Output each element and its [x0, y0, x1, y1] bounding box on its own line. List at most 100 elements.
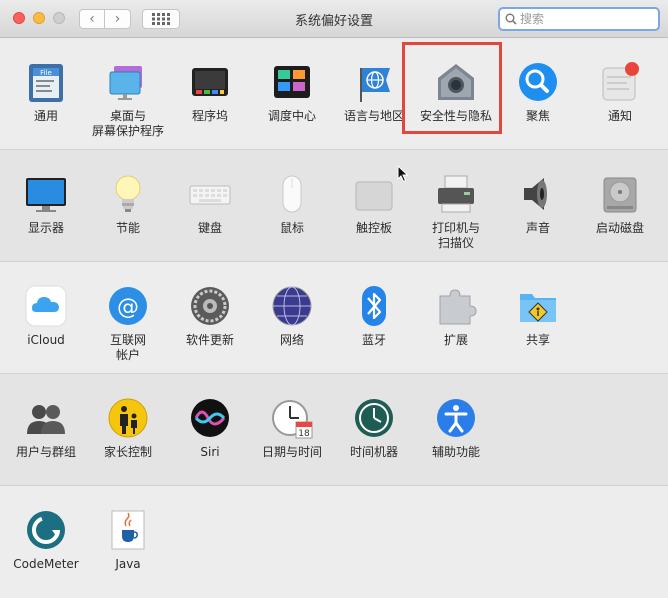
time-machine-icon [355, 399, 393, 437]
pref-pane-notifications[interactable]: 通知 [578, 60, 662, 124]
pref-pane-label: 共享 [525, 333, 550, 347]
startup-disk-icon [603, 177, 637, 213]
section-internet: iCloud @ 互联网 帐户 软件更新 网络 蓝牙 扩展 共享 [0, 262, 668, 374]
energy-saver-icon [115, 175, 141, 212]
section-personal: File 通用 桌面与 屏幕保护程序 程序坞 调度中心 语言与地区 安全性与隐私 聚焦 通知 [0, 38, 668, 150]
trackpad-icon [355, 181, 393, 211]
language-region-icon [360, 68, 390, 102]
java-icon [111, 510, 145, 550]
pref-pane-label: 程序坞 [191, 109, 228, 123]
highlight-box [402, 42, 502, 134]
mouse-cursor-icon [397, 165, 409, 183]
pref-pane-date-time[interactable]: 18 日期与时间 [250, 396, 334, 460]
pref-pane-label: 键盘 [197, 221, 222, 235]
pref-pane-bluetooth[interactable]: 蓝牙 [332, 284, 416, 348]
pref-pane-mission-control[interactable]: 调度中心 [250, 60, 334, 124]
search-input[interactable] [517, 12, 650, 26]
pref-pane-java[interactable]: Java [86, 508, 170, 572]
pref-pane-dock[interactable]: 程序坞 [168, 60, 252, 124]
pref-pane-label: Siri [200, 445, 220, 459]
pref-pane-accessibility[interactable]: 辅助功能 [414, 396, 498, 460]
svg-text:@: @ [117, 295, 139, 320]
pref-pane-users-groups[interactable]: 用户与群组 [4, 396, 88, 460]
pref-pane-label: 桌面与 屏幕保护程序 [91, 109, 164, 138]
notifications-icon [602, 62, 639, 101]
mission-control-icon [274, 66, 310, 98]
pref-pane-network[interactable]: 网络 [250, 284, 334, 348]
dock-icon [192, 68, 228, 96]
section-other: CodeMeter Java [0, 486, 668, 598]
pref-pane-label: 辅助功能 [431, 445, 480, 459]
pref-pane-printers-scanners[interactable]: 打印机与 扫描仪 [414, 172, 498, 251]
pref-pane-label: 网络 [279, 333, 304, 347]
printers-scanners-icon [438, 175, 474, 213]
mouse-icon [282, 175, 302, 213]
title-bar: ‹ › 系统偏好设置 [0, 0, 668, 38]
pref-pane-desktop-screensaver[interactable]: 桌面与 屏幕保护程序 [86, 60, 170, 139]
pref-pane-mouse[interactable]: 鼠标 [250, 172, 334, 236]
extensions-icon [439, 289, 477, 325]
pref-pane-label: 打印机与 扫描仪 [431, 221, 480, 250]
pref-pane-time-machine[interactable]: 时间机器 [332, 396, 416, 460]
general-icon: File [29, 64, 63, 102]
pref-pane-label: 家长控制 [103, 445, 152, 459]
pref-pane-label: 节能 [115, 221, 140, 235]
pref-pane-sharing[interactable]: 共享 [496, 284, 580, 348]
pref-pane-codemeter[interactable]: CodeMeter [4, 508, 88, 572]
pref-pane-keyboard[interactable]: 键盘 [168, 172, 252, 236]
sharing-icon [520, 294, 556, 322]
pref-pane-software-update[interactable]: 软件更新 [168, 284, 252, 348]
keyboard-icon [189, 185, 231, 205]
pref-pane-label: 调度中心 [267, 109, 316, 123]
pref-pane-label: 软件更新 [185, 333, 234, 347]
svg-text:File: File [40, 69, 52, 77]
pref-pane-label: 互联网 帐户 [109, 333, 146, 362]
pref-pane-startup-disk[interactable]: 启动磁盘 [578, 172, 662, 236]
icloud-icon [25, 285, 67, 327]
displays-icon [26, 178, 66, 212]
users-groups-icon [27, 405, 65, 434]
sound-icon [524, 178, 547, 210]
pref-pane-displays[interactable]: 显示器 [4, 172, 88, 236]
pref-pane-label: 日期与时间 [261, 445, 322, 459]
pref-pane-label: 显示器 [27, 221, 64, 235]
pref-pane-label: 触控板 [355, 221, 392, 235]
search-icon [505, 13, 517, 25]
internet-accounts-icon: @ [109, 287, 147, 325]
date-time-icon: 18 [272, 400, 313, 439]
pref-pane-label: Java [115, 557, 141, 571]
pref-pane-siri[interactable]: Siri [168, 396, 252, 460]
desktop-screensaver-icon [109, 66, 142, 100]
accessibility-icon [437, 399, 475, 437]
section-hardware: 显示器 节能 键盘 鼠标 触控板 打印机与 扫描仪 声音 启动磁盘 [0, 150, 668, 262]
pref-pane-label: 聚焦 [525, 109, 550, 123]
pref-pane-spotlight[interactable]: 聚焦 [496, 60, 580, 124]
pref-pane-label: 通知 [607, 109, 632, 123]
pref-pane-label: 扩展 [443, 333, 468, 347]
codemeter-icon [27, 511, 65, 549]
pref-pane-energy-saver[interactable]: 节能 [86, 172, 170, 236]
svg-text:18: 18 [298, 429, 310, 439]
pref-pane-extensions[interactable]: 扩展 [414, 284, 498, 348]
pref-pane-internet-accounts[interactable]: @ 互联网 帐户 [86, 284, 170, 363]
software-update-icon [191, 287, 229, 325]
bluetooth-icon [362, 286, 386, 326]
pref-pane-icloud[interactable]: iCloud [4, 284, 88, 348]
pref-pane-label: 时间机器 [349, 445, 398, 459]
pref-pane-label: iCloud [27, 333, 65, 347]
section-system: 用户与群组 家长控制 Siri 18 日期与时间 时间机器 辅助功能 [0, 374, 668, 486]
pref-pane-label: 启动磁盘 [595, 221, 644, 235]
pref-pane-label: 用户与群组 [15, 445, 76, 459]
pref-pane-label: 蓝牙 [361, 333, 386, 347]
pref-pane-general[interactable]: File 通用 [4, 60, 88, 124]
siri-icon [191, 399, 229, 437]
network-icon [272, 286, 312, 326]
parental-controls-icon [108, 398, 148, 438]
spotlight-icon [519, 63, 557, 101]
pref-pane-label: CodeMeter [13, 557, 79, 571]
pref-pane-label: 鼠标 [279, 221, 304, 235]
pref-pane-parental-controls[interactable]: 家长控制 [86, 396, 170, 460]
pref-pane-sound[interactable]: 声音 [496, 172, 580, 236]
search-field[interactable] [498, 7, 660, 31]
pref-pane-label: 声音 [525, 221, 550, 235]
